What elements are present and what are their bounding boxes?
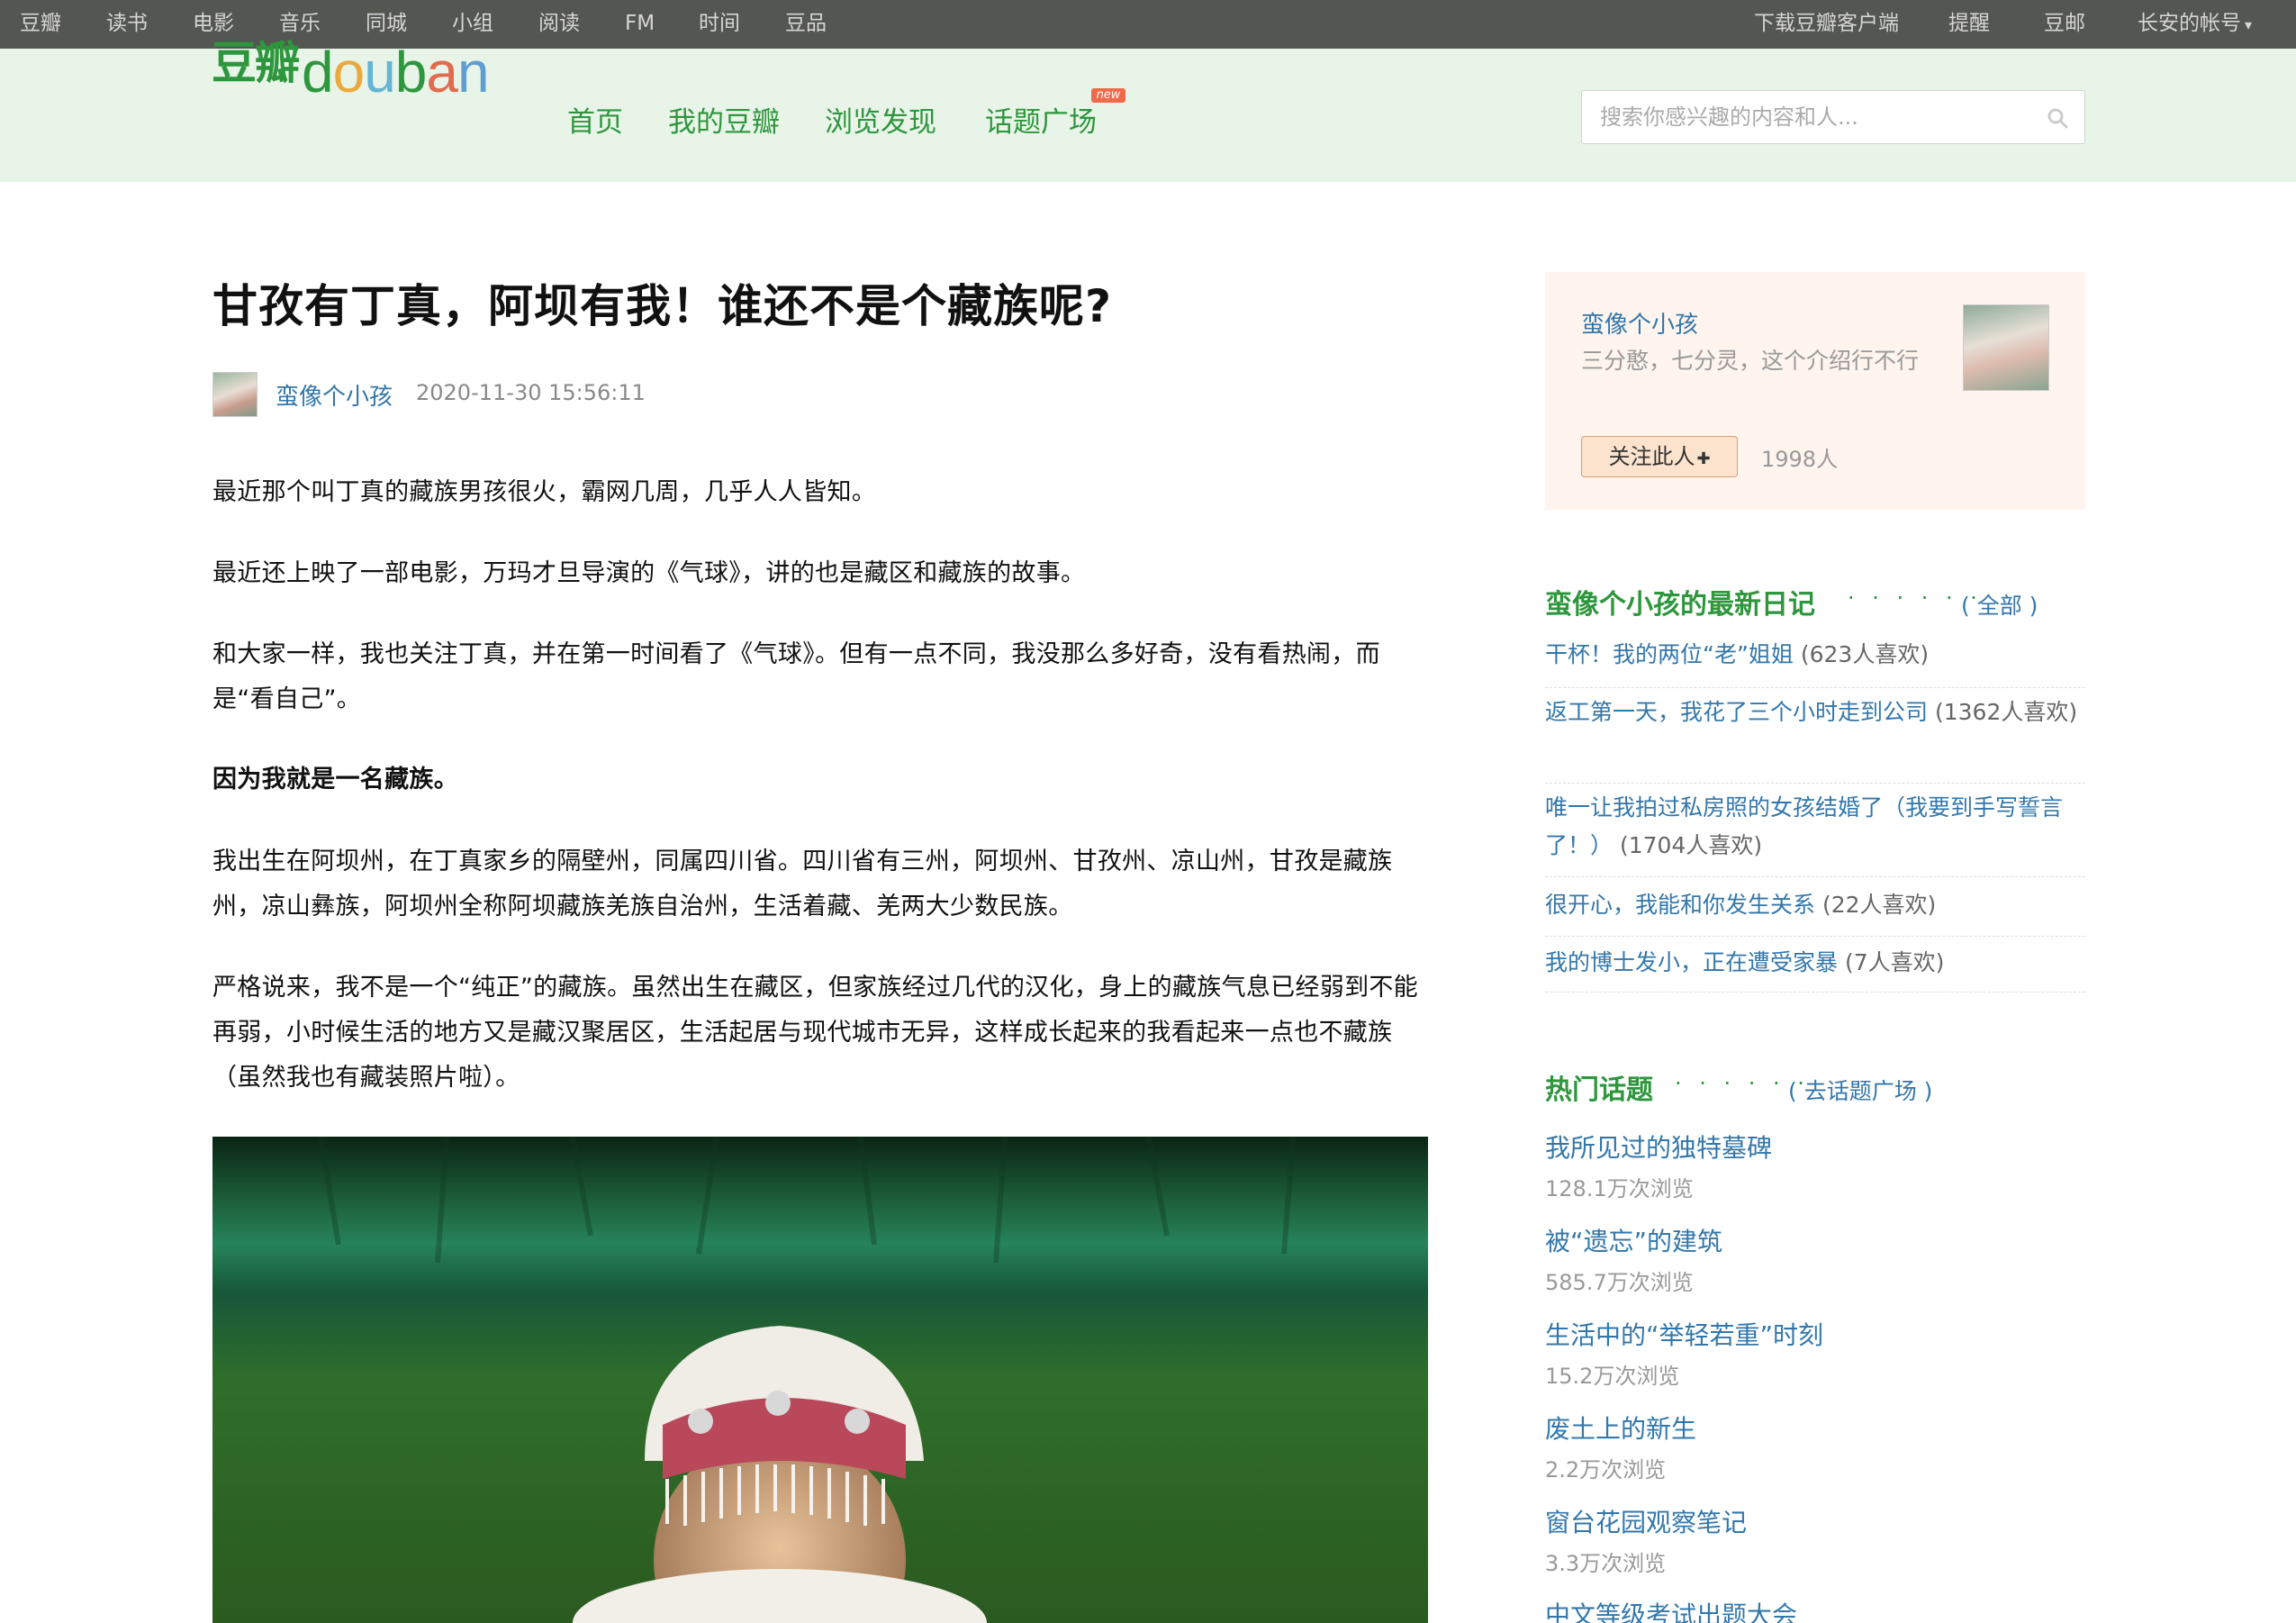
article-paragraph: 严格说来，我不是一个“纯正”的藏族。虽然出生在藏区，但家族经过几代的汉化，身上的… xyxy=(212,974,1418,1092)
plus-icon: ✚ xyxy=(1696,449,1711,468)
account-label: 长安的帐号 xyxy=(2138,12,2241,35)
topic-views: 3.3万次浏览 xyxy=(1545,1551,1667,1576)
new-badge: new xyxy=(1091,88,1125,103)
global-nav-douban[interactable]: 豆瓣 xyxy=(20,0,61,49)
search-input[interactable] xyxy=(1582,91,2032,143)
diary-title[interactable]: 返工第一天，我花了三个小时走到公司 xyxy=(1545,699,1928,725)
topic-title[interactable]: 中文等级考试出题大会 xyxy=(1545,1596,1797,1623)
diary-item[interactable]: 返工第一天，我花了三个小时走到公司 (1362人喜欢) xyxy=(1545,694,2085,784)
logo-en: douban xyxy=(302,36,490,108)
global-nav-fm[interactable]: FM xyxy=(625,0,655,49)
profile-name[interactable]: 蛮像个小孩 xyxy=(1581,306,1698,340)
author-name[interactable]: 蛮像个小孩 xyxy=(276,378,393,412)
diary-title[interactable]: 很开心，我能和你发生关系 xyxy=(1545,892,1815,918)
article-paragraph: 和大家一样，我也关注丁真，并在第一时间看了《气球》。但有一点不同，我没那么多好奇… xyxy=(212,640,1380,713)
search-box xyxy=(1581,90,2085,144)
article-paragraph: 因为我就是一名藏族。 xyxy=(212,766,458,793)
topic-views: 128.1万次浏览 xyxy=(1545,1176,1694,1201)
author-profile-card: 蛮像个小孩 三分憨，七分灵，这个介绍行不行 关注此人 ✚ 1998人 xyxy=(1545,272,2085,510)
follow-button[interactable]: 关注此人 ✚ xyxy=(1581,436,1738,477)
article-paragraph: 最近还上映了一部电影，万玛才旦导演的《气球》，讲的也是藏区和藏族的故事。 xyxy=(212,559,1086,587)
logo-letter: a xyxy=(426,40,458,104)
diary-section-title: 蛮像个小孩的最新日记 xyxy=(1545,589,1815,621)
diary-item[interactable]: 唯一让我拍过私房照的女孩结婚了（我要到手写誓言了！） (1704人喜欢) xyxy=(1545,789,2085,877)
topics-section-title: 热门话题 xyxy=(1545,1074,1653,1106)
topic-title[interactable]: 被“遗忘”的建筑 xyxy=(1545,1222,1722,1258)
global-nav-download-app[interactable]: 下载豆瓣客户端 xyxy=(1754,0,1899,49)
diary-likes: (623人喜欢) xyxy=(1800,641,1930,667)
diary-likes: (1704人喜欢) xyxy=(1619,832,1763,858)
douban-logo[interactable]: 豆瓣douban xyxy=(212,36,490,108)
topic-views: 2.2万次浏览 xyxy=(1545,1457,1667,1482)
profile-intro: 三分憨，七分灵，这个介绍行不行 xyxy=(1581,348,1920,374)
global-nav-market[interactable]: 豆品 xyxy=(785,0,827,49)
article-photo xyxy=(212,1137,1428,1623)
nav-my-douban[interactable]: 我的豆瓣 xyxy=(668,99,780,140)
nav-topics[interactable]: 话题广场 xyxy=(985,99,1097,140)
topic-views: 15.2万次浏览 xyxy=(1545,1364,1680,1389)
diary-item[interactable]: 很开心，我能和你发生关系 (22人喜欢) xyxy=(1545,886,2085,937)
profile-avatar[interactable] xyxy=(1963,304,2049,391)
search-icon[interactable] xyxy=(2047,107,2068,129)
author-avatar[interactable] xyxy=(212,372,258,417)
logo-letter: b xyxy=(394,40,428,104)
article-title: 甘孜有丁真，阿坝有我！谁还不是个藏族呢? xyxy=(212,280,1113,332)
topic-title[interactable]: 我所见过的独特墓碑 xyxy=(1545,1129,1772,1165)
logo-letter: d xyxy=(302,40,334,104)
diary-item[interactable]: 干杯！我的两位“老”姐姐 (623人喜欢) xyxy=(1545,636,2085,688)
chevron-down-icon: ▾ xyxy=(2245,16,2253,33)
diary-likes: (22人喜欢) xyxy=(1821,892,1937,918)
global-nav-book[interactable]: 读书 xyxy=(106,0,148,49)
article-paragraph: 我出生在阿坝州，在丁真家乡的隔壁州，同属四川省。四川省有三州，阿坝州、甘孜州、凉… xyxy=(212,848,1393,920)
logo-letter: u xyxy=(364,40,396,104)
diary-likes: (1362人喜欢) xyxy=(1934,699,2078,725)
global-nav-time[interactable]: 时间 xyxy=(699,0,740,49)
diary-item[interactable]: 我的博士发小，正在遭受家暴 (7人喜欢) xyxy=(1545,944,2085,993)
diary-title[interactable]: 我的博士发小，正在遭受家暴 xyxy=(1545,949,1838,975)
topics-square-link[interactable]: ( 去话题广场 ) xyxy=(1788,1074,1932,1106)
diary-all-link[interactable]: ( 全部 ) xyxy=(1961,588,2038,621)
global-nav-account[interactable]: 长安的帐号 ▾ xyxy=(2138,0,2252,49)
nav-home[interactable]: 首页 xyxy=(567,99,623,140)
global-nav-read[interactable]: 阅读 xyxy=(538,0,580,49)
follower-count: 1998人 xyxy=(1761,447,1839,472)
diary-title[interactable]: 干杯！我的两位“老”姐姐 xyxy=(1545,641,1794,667)
publish-time: 2020-11-30 15:56:11 xyxy=(416,380,646,405)
global-nav-mail[interactable]: 豆邮 xyxy=(2044,0,2085,49)
follow-label: 关注此人 xyxy=(1608,444,1695,469)
logo-letter: n xyxy=(456,40,490,104)
topic-title[interactable]: 废土上的新生 xyxy=(1545,1410,1696,1446)
topic-views: 585.7万次浏览 xyxy=(1545,1270,1694,1295)
logo-letter: o xyxy=(332,40,366,104)
diary-likes: (7人喜欢) xyxy=(1844,949,1945,975)
global-nav-reminder[interactable]: 提醒 xyxy=(1948,0,1990,49)
topic-title[interactable]: 生活中的“举轻若重”时刻 xyxy=(1545,1316,1823,1352)
topic-title[interactable]: 窗台花园观察笔记 xyxy=(1545,1503,1747,1539)
article-paragraph: 最近那个叫丁真的藏族男孩很火，霸网几周，几乎人人皆知。 xyxy=(212,478,877,506)
nav-explore[interactable]: 浏览发现 xyxy=(825,99,936,140)
photo-illustration xyxy=(212,1137,1428,1623)
logo-cn: 豆瓣 xyxy=(212,37,300,89)
